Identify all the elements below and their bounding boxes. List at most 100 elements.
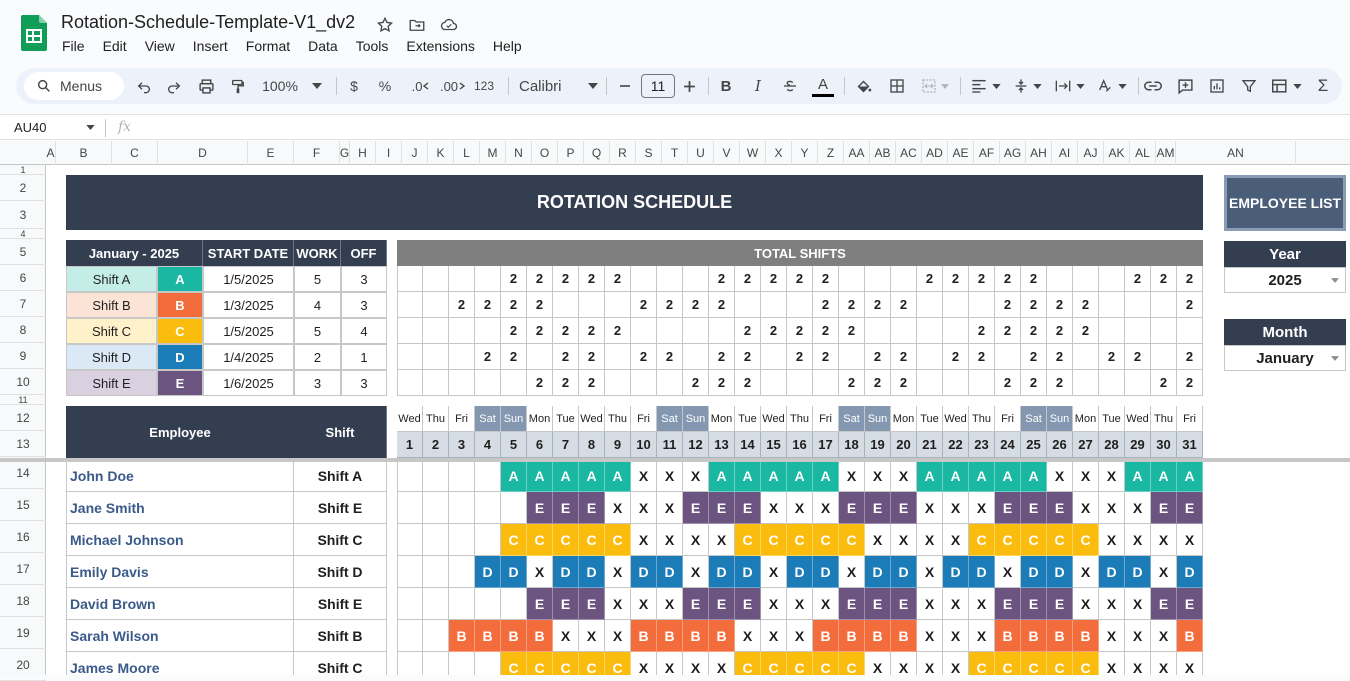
schedule-cell[interactable]: X [761, 620, 787, 652]
increase-decimal-button[interactable]: .00 [438, 68, 468, 104]
fill-color-icon[interactable] [852, 68, 874, 104]
schedule-cell[interactable]: X [917, 588, 943, 620]
schedule-cell[interactable]: D [813, 556, 839, 588]
schedule-cell[interactable] [423, 460, 449, 492]
employee-name[interactable]: James Moore [66, 652, 294, 675]
schedule-cell[interactable]: X [943, 492, 969, 524]
schedule-cell[interactable] [475, 492, 501, 524]
schedule-cell[interactable] [501, 588, 527, 620]
employee-list-button[interactable]: EMPLOYEE LIST [1224, 175, 1346, 231]
schedule-cell[interactable]: C [1047, 524, 1073, 556]
move-folder-icon[interactable] [406, 14, 428, 36]
schedule-cell[interactable]: C [1073, 524, 1099, 556]
employee-name[interactable]: John Doe [66, 460, 294, 492]
schedule-cell[interactable]: D [943, 556, 969, 588]
schedule-cell[interactable]: X [943, 588, 969, 620]
schedule-cell[interactable]: C [579, 652, 605, 675]
row-header[interactable]: 15 [0, 489, 46, 521]
schedule-cell[interactable]: A [995, 460, 1021, 492]
schedule-cell[interactable]: A [943, 460, 969, 492]
column-header[interactable]: AF [974, 141, 1000, 165]
print-icon[interactable] [194, 68, 218, 104]
schedule-cell[interactable]: E [553, 588, 579, 620]
schedule-cell[interactable]: A [1125, 460, 1151, 492]
column-header[interactable]: K [428, 141, 454, 165]
column-header[interactable]: J [402, 141, 428, 165]
schedule-cell[interactable]: E [839, 588, 865, 620]
text-wrapping-icon[interactable] [1052, 68, 1088, 104]
year-dropdown[interactable]: 2025 [1224, 267, 1346, 293]
percent-format-button[interactable]: % [375, 68, 395, 104]
column-header[interactable]: AC [896, 141, 922, 165]
column-header[interactable]: N [506, 141, 532, 165]
schedule-cell[interactable]: X [631, 524, 657, 556]
schedule-cell[interactable]: E [865, 492, 891, 524]
schedule-cell[interactable]: X [917, 620, 943, 652]
schedule-cell[interactable]: B [527, 620, 553, 652]
column-header[interactable]: AA [844, 141, 870, 165]
schedule-cell[interactable]: D [787, 556, 813, 588]
schedule-cell[interactable] [449, 524, 475, 556]
column-header[interactable]: I [376, 141, 402, 165]
schedule-cell[interactable]: C [839, 524, 865, 556]
schedule-cell[interactable]: X [631, 460, 657, 492]
schedule-cell[interactable]: B [683, 620, 709, 652]
column-header[interactable]: S [636, 141, 662, 165]
column-header[interactable]: G [340, 141, 350, 165]
schedule-cell[interactable]: B [449, 620, 475, 652]
menu-insert[interactable]: Insert [193, 38, 228, 56]
row-header[interactable]: 4 [0, 229, 46, 239]
row-header[interactable]: 18 [0, 585, 46, 617]
menu-data[interactable]: Data [308, 38, 338, 56]
schedule-cell[interactable]: C [735, 524, 761, 556]
schedule-cell[interactable]: X [1099, 588, 1125, 620]
schedule-cell[interactable]: C [1021, 652, 1047, 675]
schedule-cell[interactable]: C [787, 524, 813, 556]
schedule-cell[interactable]: X [1125, 588, 1151, 620]
schedule-cell[interactable]: D [1125, 556, 1151, 588]
schedule-cell[interactable]: E [1151, 492, 1177, 524]
schedule-cell[interactable] [397, 652, 423, 675]
decrease-decimal-button[interactable]: .0 [406, 68, 436, 104]
schedule-cell[interactable]: E [709, 492, 735, 524]
schedule-cell[interactable]: X [1073, 492, 1099, 524]
schedule-cell[interactable]: C [527, 524, 553, 556]
column-header[interactable]: Y [792, 141, 818, 165]
number-format-button[interactable]: 123 [470, 68, 498, 104]
schedule-cell[interactable]: E [1047, 588, 1073, 620]
schedule-cell[interactable]: A [553, 460, 579, 492]
schedule-cell[interactable]: X [943, 524, 969, 556]
schedule-cell[interactable]: X [761, 588, 787, 620]
schedule-cell[interactable] [449, 556, 475, 588]
schedule-cell[interactable] [423, 524, 449, 556]
schedule-cell[interactable]: B [501, 620, 527, 652]
schedule-cell[interactable]: X [683, 524, 709, 556]
schedule-cell[interactable]: B [1021, 620, 1047, 652]
schedule-cell[interactable]: E [683, 492, 709, 524]
schedule-cell[interactable]: C [995, 652, 1021, 675]
schedule-cell[interactable]: C [579, 524, 605, 556]
schedule-cell[interactable]: E [553, 492, 579, 524]
column-header[interactable]: X [766, 141, 792, 165]
column-header[interactable]: U [688, 141, 714, 165]
schedule-cell[interactable]: B [891, 620, 917, 652]
schedule-cell[interactable]: X [1073, 460, 1099, 492]
schedule-cell[interactable]: X [839, 460, 865, 492]
schedule-cell[interactable]: X [943, 620, 969, 652]
schedule-cell[interactable]: E [1177, 492, 1203, 524]
schedule-cell[interactable]: B [709, 620, 735, 652]
row-header[interactable]: 13 [0, 431, 46, 457]
column-header[interactable]: M [480, 141, 506, 165]
schedule-cell[interactable]: D [631, 556, 657, 588]
schedule-cell[interactable]: X [1073, 588, 1099, 620]
schedule-cell[interactable]: C [1021, 524, 1047, 556]
schedule-cell[interactable]: E [891, 588, 917, 620]
schedule-cell[interactable]: A [605, 460, 631, 492]
schedule-cell[interactable]: X [865, 460, 891, 492]
row-header[interactable]: 19 [0, 617, 46, 649]
schedule-cell[interactable]: A [917, 460, 943, 492]
schedule-cell[interactable]: X [605, 492, 631, 524]
schedule-cell[interactable]: X [917, 492, 943, 524]
schedule-cell[interactable]: E [865, 588, 891, 620]
schedule-cell[interactable]: X [1125, 620, 1151, 652]
